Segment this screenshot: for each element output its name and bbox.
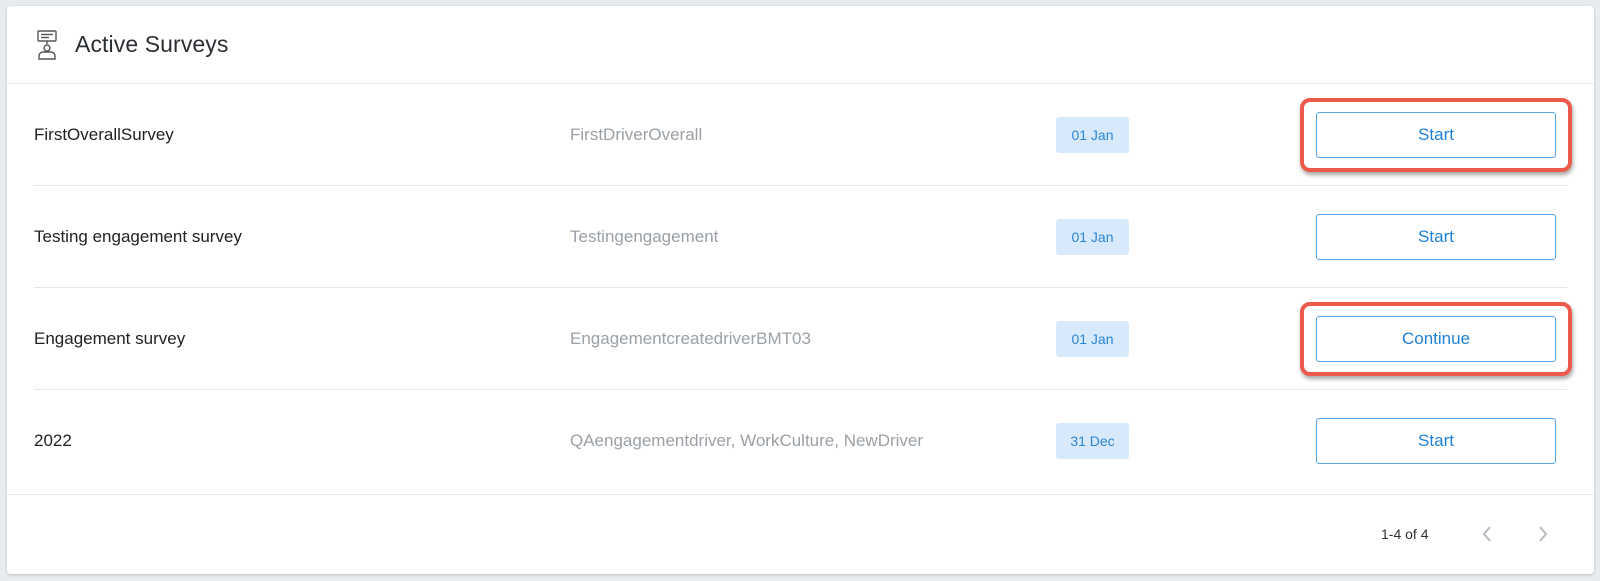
chevron-left-icon[interactable]: [1475, 521, 1499, 547]
survey-drivers: QAengagementdriver, WorkCulture, NewDriv…: [570, 431, 924, 450]
survey-row: Testing engagement survey Testingengagem…: [34, 186, 1567, 288]
survey-list: FirstOverallSurvey FirstDriverOverall 01…: [7, 84, 1594, 492]
survey-drivers: EngagementcreatedriverBMT03: [570, 328, 811, 348]
start-survey-button[interactable]: Start: [1316, 213, 1556, 260]
pagination-footer: 1-4 of 4: [7, 494, 1594, 574]
button-frame: Start: [1300, 200, 1572, 274]
pagination-range: 1-4 of 4: [1381, 526, 1429, 542]
chevron-right-icon[interactable]: [1531, 521, 1555, 547]
continue-survey-button[interactable]: Continue: [1316, 315, 1556, 362]
highlight-frame: Continue: [1300, 301, 1572, 376]
start-survey-button[interactable]: Start: [1316, 111, 1556, 158]
survey-row: 2022 QAengagementdriver, WorkCulture, Ne…: [34, 390, 1567, 492]
date-badge: 01 Jan: [1056, 116, 1129, 153]
survey-name: 2022: [34, 431, 72, 450]
survey-row: FirstOverallSurvey FirstDriverOverall 01…: [34, 84, 1572, 186]
start-survey-button[interactable]: Start: [1316, 418, 1556, 464]
active-surveys-card: Active Surveys FirstOverallSurvey FirstD…: [7, 6, 1594, 574]
highlight-frame: Start: [1300, 97, 1572, 172]
button-frame: Start: [1300, 404, 1572, 478]
survey-name: Engagement survey: [34, 328, 186, 348]
survey-presenter-icon: [35, 29, 59, 61]
date-badge: 01 Jan: [1056, 320, 1129, 357]
survey-name: Testing engagement survey: [34, 226, 242, 246]
survey-drivers: Testingengagement: [570, 226, 719, 246]
survey-row: Engagement survey Engagementcreatedriver…: [34, 288, 1572, 390]
survey-drivers: FirstDriverOverall: [570, 124, 703, 144]
date-badge: 31 Dec: [1056, 423, 1129, 459]
survey-name: FirstOverallSurvey: [34, 124, 174, 144]
page-title: Active Surveys: [75, 31, 229, 57]
date-badge: 01 Jan: [1056, 218, 1129, 255]
card-header: Active Surveys: [7, 6, 1594, 84]
